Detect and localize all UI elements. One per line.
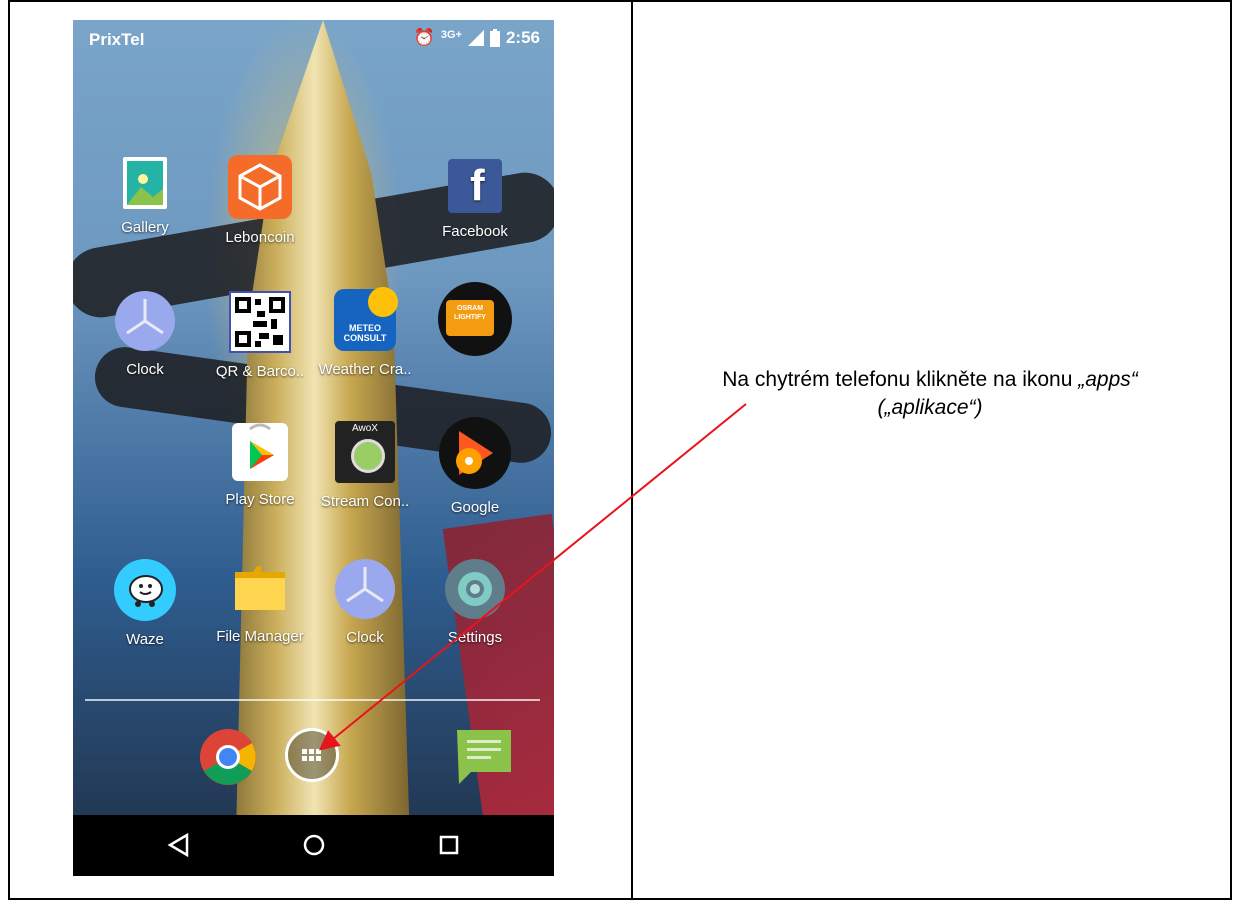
app-label: Gallery (121, 219, 169, 236)
home-icon (303, 834, 325, 856)
recents-button[interactable] (437, 833, 461, 864)
osram-lightify-icon: OSRAM LIGHTIFY (438, 282, 512, 356)
instruction-caption: Na chytrém telefonu klikněte na ikonu „a… (640, 366, 1220, 422)
app-label: Weather Cra.. (318, 361, 412, 378)
gallery-icon (123, 157, 167, 209)
app-label: File Manager (216, 628, 304, 645)
clock-time: 2:56 (505, 28, 540, 47)
phone-screenshot: PrixTel ⏰ 3G+ 2:56 Gallery Leboncoin f F… (73, 20, 554, 876)
app-label: QR & Barco.. (215, 363, 305, 380)
app-osram-lightify[interactable]: OSRAM LIGHTIFY (425, 282, 525, 366)
app-play-store[interactable]: Play Store (210, 423, 310, 508)
app-clock[interactable]: Clock (315, 559, 415, 646)
alarm-icon: ⏰ (413, 28, 435, 47)
app-label: Facebook (442, 223, 508, 240)
osram-badge: OSRAM LIGHTIFY (454, 305, 486, 321)
navigation-bar (73, 815, 554, 876)
settings-icon (445, 559, 505, 619)
caption-apps-term: „apps“ (1078, 368, 1138, 391)
caption-line-2: („aplikace“) (877, 396, 983, 419)
carrier-name: PrixTel (89, 30, 145, 49)
app-label: Settings (447, 629, 503, 646)
recents-icon (439, 835, 459, 855)
app-label: Clock (126, 361, 164, 378)
signal-icon (467, 30, 484, 46)
app-stream-control[interactable]: AwoX Stream Con.. (315, 421, 415, 510)
caption-line-1: Na chytrém telefonu klikněte na ikonu „a… (640, 366, 1220, 394)
column-divider (631, 2, 633, 898)
back-button[interactable] (167, 832, 191, 864)
awox-label: AwoX (352, 423, 378, 434)
messages-icon (457, 730, 511, 784)
status-bar: PrixTel ⏰ 3G+ 2:56 (73, 20, 554, 58)
stream-control-icon: AwoX (335, 421, 395, 483)
app-waze[interactable]: Waze (95, 559, 195, 648)
battery-icon (489, 29, 500, 47)
apps-drawer-icon (302, 749, 321, 761)
clock-icon (335, 559, 395, 619)
app-label: Play Store (225, 491, 295, 508)
dock-chrome[interactable] (199, 728, 257, 786)
weather-icon: METEO CONSULT (334, 287, 398, 351)
app-qr-barcode[interactable]: QR & Barco.. (210, 291, 310, 380)
app-facebook[interactable]: f Facebook (425, 159, 525, 240)
app-label: Clock (346, 629, 384, 646)
app-label: Google (450, 499, 500, 516)
dock-divider (85, 699, 540, 701)
chrome-icon (200, 729, 256, 785)
weather-badge: METEO CONSULT (343, 323, 387, 343)
caption-text: Na chytrém telefonu klikněte na ikonu (722, 368, 1079, 391)
back-icon (167, 832, 189, 858)
network-type: 3G+ (440, 29, 462, 41)
google-play-music-icon (439, 417, 511, 489)
app-weather[interactable]: METEO CONSULT Weather Cra.. (315, 287, 415, 378)
app-settings[interactable]: Settings (425, 559, 525, 646)
file-manager-icon (231, 560, 289, 618)
waze-icon (114, 559, 176, 621)
play-store-icon (232, 423, 288, 481)
leboncoin-icon (228, 155, 292, 219)
app-file-manager[interactable]: File Manager (210, 560, 310, 645)
app-clock[interactable]: Clock (95, 291, 195, 378)
facebook-icon: f (448, 159, 502, 213)
home-button[interactable] (302, 833, 326, 864)
dock-messages[interactable] (455, 726, 513, 788)
app-label: Waze (126, 631, 164, 648)
app-gallery[interactable]: Gallery (95, 157, 195, 236)
app-label: Leboncoin (225, 229, 295, 246)
clock-icon (115, 291, 175, 351)
app-leboncoin[interactable]: Leboncoin (210, 155, 310, 246)
app-label: Stream Con.. (320, 493, 410, 510)
qr-barcode-icon (229, 291, 291, 353)
apps-drawer-button[interactable] (285, 728, 339, 782)
app-google-play-music[interactable]: Google (425, 417, 525, 516)
